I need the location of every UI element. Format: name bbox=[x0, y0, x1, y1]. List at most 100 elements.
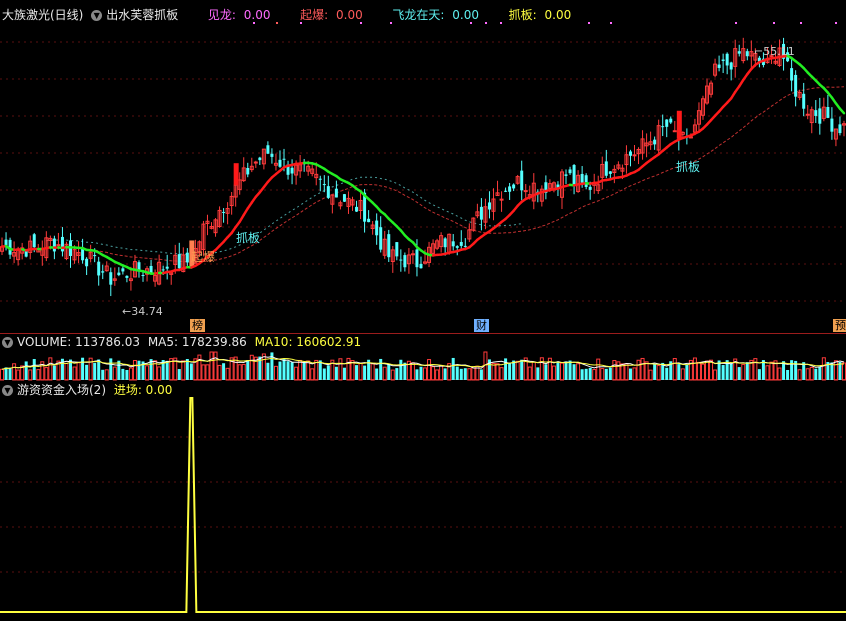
candle-body bbox=[403, 255, 406, 267]
volume-bar bbox=[605, 369, 608, 380]
volume-bar bbox=[593, 370, 596, 380]
candle-body bbox=[830, 119, 833, 132]
candle-body bbox=[254, 162, 257, 163]
volume-bar bbox=[214, 352, 217, 380]
candle-body bbox=[565, 174, 568, 175]
candle-body bbox=[222, 212, 225, 213]
volume-bar bbox=[158, 367, 161, 380]
signal-bar bbox=[677, 111, 682, 139]
volume-bar bbox=[363, 366, 366, 380]
candle-body bbox=[464, 246, 467, 247]
volume-bar bbox=[226, 368, 229, 380]
volume-bar bbox=[500, 368, 503, 380]
volume-bar bbox=[798, 370, 801, 380]
candle-body bbox=[794, 75, 797, 97]
volume-bar bbox=[129, 368, 132, 380]
candle-body bbox=[722, 60, 725, 61]
volume-bar bbox=[472, 368, 475, 380]
volume-bar bbox=[814, 369, 817, 380]
volume-bar bbox=[166, 361, 169, 380]
volume-bar bbox=[758, 369, 761, 380]
volume-bar bbox=[432, 367, 435, 380]
candle-body bbox=[355, 207, 358, 212]
volume-bar bbox=[17, 370, 20, 380]
volume-bar bbox=[49, 358, 52, 380]
candle-body bbox=[327, 186, 330, 198]
volume-bar bbox=[178, 369, 181, 380]
volume-bar bbox=[838, 362, 841, 380]
legend-jianlong: 见龙: 0.00 bbox=[208, 8, 275, 22]
volume-bar bbox=[242, 364, 245, 380]
volume-bar bbox=[105, 370, 108, 380]
candle-body bbox=[730, 62, 733, 69]
chevron-down-icon[interactable]: ▼ bbox=[2, 385, 13, 396]
signal-dot bbox=[610, 22, 612, 24]
candle-body bbox=[367, 219, 370, 222]
volume-bar bbox=[395, 368, 398, 380]
chart-stage[interactable]: 大族激光(日线) ▼出水芙蓉抓板 见龙: 0.00 起爆: 0.00 飞龙在天:… bbox=[0, 0, 846, 617]
signal-dot bbox=[800, 22, 802, 24]
candle-body bbox=[291, 168, 294, 174]
candle-body bbox=[746, 51, 749, 56]
volume-bar bbox=[480, 369, 483, 380]
indicator-name[interactable]: 出水芙蓉抓板 bbox=[106, 8, 178, 22]
volume-bar bbox=[822, 358, 825, 380]
volume-bar bbox=[581, 369, 584, 380]
volume-bar bbox=[5, 367, 8, 380]
flag-cai[interactable]: 财 bbox=[474, 319, 489, 332]
flag-yu[interactable]: 预 bbox=[833, 319, 846, 332]
candle-body bbox=[335, 189, 338, 198]
volume-bar bbox=[218, 365, 221, 380]
volume-bar bbox=[508, 363, 511, 380]
volume-value: VOLUME: 113786.03 bbox=[17, 335, 140, 349]
volume-bar bbox=[307, 361, 310, 380]
candle-body bbox=[150, 266, 153, 273]
candle-body bbox=[633, 155, 636, 156]
volume-bar bbox=[452, 358, 455, 380]
volume-bar bbox=[424, 368, 427, 380]
volume-bar bbox=[778, 368, 781, 380]
candle-body bbox=[653, 140, 656, 145]
volume-bar bbox=[351, 361, 354, 380]
volume-bar bbox=[182, 361, 185, 380]
low-price-label: ←34.74 bbox=[122, 305, 163, 318]
volume-bar bbox=[520, 360, 523, 380]
chevron-down-icon[interactable]: ▼ bbox=[2, 337, 13, 348]
volume-bar bbox=[653, 364, 656, 380]
candle-body bbox=[738, 51, 741, 53]
candle-body bbox=[101, 271, 104, 272]
candle-body bbox=[605, 161, 608, 175]
volume-bar bbox=[1, 369, 4, 380]
candle-body bbox=[61, 237, 64, 251]
volume-bar bbox=[347, 358, 350, 380]
candle-body bbox=[278, 160, 281, 167]
candle-body bbox=[573, 165, 576, 184]
candle-body bbox=[343, 194, 346, 202]
volume-bar bbox=[311, 369, 314, 380]
volume-bar bbox=[677, 364, 680, 380]
volume-bar bbox=[806, 369, 809, 380]
volume-bar bbox=[436, 370, 439, 380]
volume-bar bbox=[589, 368, 592, 380]
volume-bar bbox=[810, 367, 813, 380]
volume-bar bbox=[440, 366, 443, 380]
volume-bar bbox=[577, 364, 580, 380]
stock-title: 大族激光(日线) bbox=[2, 8, 83, 22]
volume-bar bbox=[645, 362, 648, 380]
volume-bar bbox=[842, 363, 845, 380]
chevron-down-icon[interactable]: ▼ bbox=[91, 10, 102, 21]
candle-body bbox=[33, 234, 36, 247]
candle-body bbox=[609, 171, 612, 174]
volume-bar bbox=[496, 364, 499, 380]
volume-bar bbox=[137, 361, 140, 380]
volume-bar bbox=[323, 368, 326, 380]
volume-bar bbox=[536, 367, 539, 380]
flag-bang[interactable]: 榜 bbox=[190, 319, 205, 332]
volume-bar bbox=[569, 361, 572, 380]
volume-ma5: MA5: 178239.86 bbox=[148, 335, 247, 349]
volume-bar bbox=[544, 364, 547, 380]
volume-bar bbox=[415, 369, 418, 380]
volume-bar bbox=[291, 362, 294, 380]
candle-body bbox=[665, 120, 668, 127]
volume-bar bbox=[109, 358, 112, 380]
